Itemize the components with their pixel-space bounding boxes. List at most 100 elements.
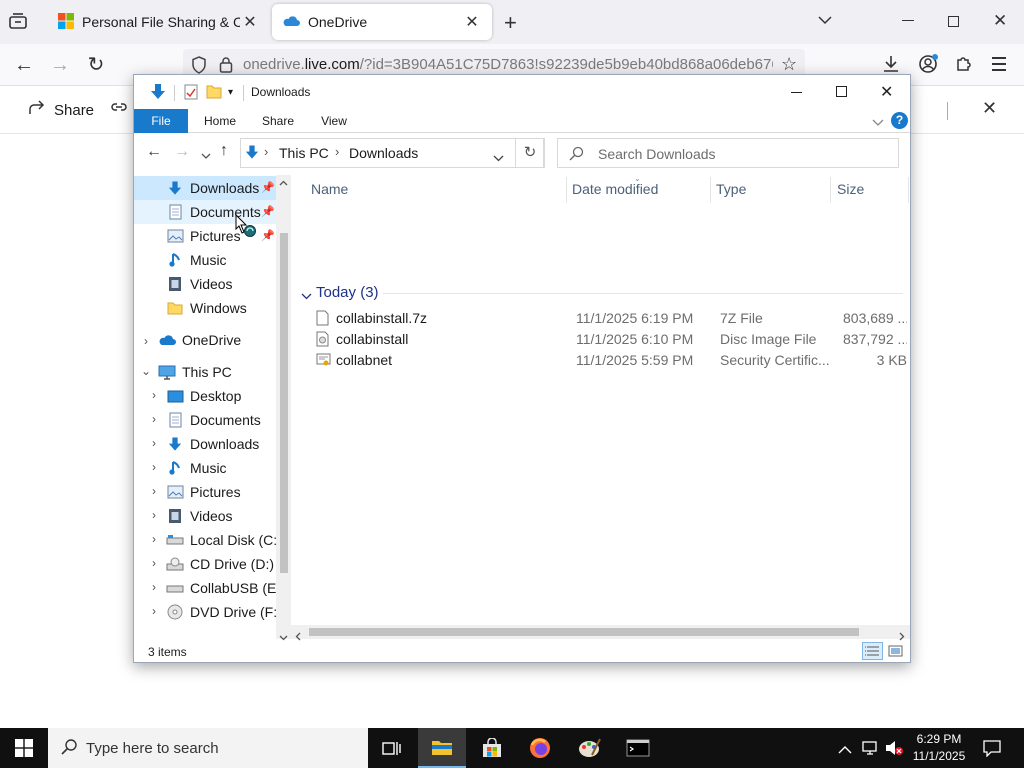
maximize-icon[interactable] <box>836 86 847 97</box>
collapse-group-chevron-icon[interactable] <box>301 287 312 303</box>
nav-item-dvd-drive-f[interactable]: DVD Drive (F:) <box>166 600 282 624</box>
file-row[interactable]: collabnet 11/1/2025 5:59 PM Security Cer… <box>311 350 907 371</box>
expand-ribbon-chevron-icon[interactable] <box>872 114 884 130</box>
new-tab-icon[interactable]: + <box>504 10 517 36</box>
tab-home[interactable]: Home <box>196 109 244 133</box>
close-icon[interactable]: ✕ <box>982 98 997 119</box>
close-window-icon[interactable]: ✕ <box>880 82 893 102</box>
nav-item-videos-pc[interactable]: Videos <box>166 504 233 528</box>
customize-toolbar-chevron-icon[interactable]: ▾ <box>228 87 233 98</box>
pin-icon[interactable]: 📌 <box>261 229 275 242</box>
nav-item-videos[interactable]: Videos <box>166 272 233 296</box>
large-icons-view-icon[interactable] <box>888 644 903 661</box>
notifications-icon[interactable] <box>982 739 1002 760</box>
address-bar[interactable]: › This PC › Downloads <box>240 138 544 168</box>
close-tab-icon[interactable]: ✕ <box>462 12 482 32</box>
network-icon[interactable] <box>862 740 880 759</box>
list-tabs-chevron-icon[interactable] <box>818 12 832 28</box>
search-field[interactable]: Search Downloads <box>557 138 899 168</box>
column-header-date[interactable]: Date modified <box>572 181 658 197</box>
expand-chevron-icon[interactable]: › <box>148 460 160 474</box>
collapse-chevron-icon[interactable]: ⌄ <box>140 364 152 378</box>
close-tab-icon[interactable]: ✕ <box>240 12 260 32</box>
nav-item-music[interactable]: Music <box>166 248 227 272</box>
scroll-thumb[interactable] <box>280 233 288 573</box>
expand-chevron-icon[interactable]: › <box>148 388 160 402</box>
nav-item-desktop[interactable]: Desktop <box>166 384 241 408</box>
forward-arrow-icon[interactable]: → <box>46 52 74 78</box>
pin-icon[interactable]: 📌 <box>261 205 275 218</box>
tab-overview-icon[interactable] <box>8 12 30 32</box>
file-list-horizontal-scrollbar[interactable] <box>291 625 910 641</box>
breadcrumb-this-pc[interactable]: This PC <box>279 145 329 161</box>
nav-item-downloads[interactable]: Downloads <box>166 176 259 200</box>
scroll-thumb[interactable] <box>309 628 859 636</box>
address-history-chevron-icon[interactable] <box>493 149 504 165</box>
nav-item-pictures-pc[interactable]: Pictures <box>166 480 241 504</box>
tab-file[interactable]: File <box>134 109 188 133</box>
task-view-icon[interactable] <box>368 728 416 768</box>
back-arrow-icon[interactable]: ← <box>146 143 162 161</box>
expand-chevron-icon[interactable]: › <box>148 556 160 570</box>
properties-icon[interactable] <box>184 84 198 103</box>
close-window-icon[interactable]: ✕ <box>993 11 1007 31</box>
expand-chevron-icon[interactable]: › <box>148 604 160 618</box>
tab-onedrive[interactable]: OneDrive ✕ <box>272 4 492 40</box>
file-row[interactable]: collabinstall 11/1/2025 6:10 PM Disc Ima… <box>311 329 907 350</box>
link-icon[interactable] <box>110 100 128 117</box>
nav-item-local-disk-c[interactable]: Local Disk (C:) <box>166 528 282 552</box>
nav-item-downloads-pc[interactable]: Downloads <box>166 432 259 456</box>
extensions-icon[interactable] <box>955 54 973 75</box>
nav-item-this-pc[interactable]: This PC <box>158 360 232 384</box>
nav-item-cd-drive-d[interactable]: CD Drive (D:) vi <box>166 552 288 576</box>
up-arrow-icon[interactable]: ↑ <box>220 142 228 160</box>
tab-share[interactable]: Share <box>254 109 302 133</box>
expand-chevron-icon[interactable]: › <box>140 334 152 348</box>
nav-item-music-pc[interactable]: Music <box>166 456 227 480</box>
scroll-up-icon[interactable] <box>279 178 288 188</box>
new-folder-icon[interactable] <box>206 84 222 102</box>
start-windows-icon[interactable] <box>0 728 48 768</box>
bookmark-star-icon[interactable]: ☆ <box>781 54 797 75</box>
microsoft-store-icon[interactable] <box>468 728 516 768</box>
pin-icon[interactable]: 📌 <box>261 181 275 194</box>
tab-view[interactable]: View <box>310 109 358 133</box>
column-header-type[interactable]: Type <box>716 181 746 197</box>
nav-item-onedrive[interactable]: OneDrive <box>158 328 241 352</box>
reload-icon[interactable]: ↻ <box>82 52 110 78</box>
expand-chevron-icon[interactable]: › <box>148 436 160 450</box>
expand-chevron-icon[interactable]: › <box>148 484 160 498</box>
nav-item-documents-pc[interactable]: Documents <box>166 408 261 432</box>
nav-item-pictures[interactable]: Pictures <box>166 224 241 248</box>
help-icon[interactable]: ? <box>891 112 908 129</box>
expand-chevron-icon[interactable]: › <box>148 508 160 522</box>
minimize-icon[interactable] <box>791 92 802 93</box>
file-explorer-taskbar-icon[interactable] <box>418 728 466 768</box>
recent-locations-chevron-icon[interactable] <box>201 147 211 163</box>
show-hidden-icons-chevron-icon[interactable] <box>838 741 852 757</box>
taskbar-clock[interactable]: 6:29 PM 11/1/2025 <box>900 731 978 765</box>
lock-icon[interactable] <box>219 56 233 76</box>
refresh-icon[interactable]: ↻ <box>515 138 545 168</box>
restore-icon[interactable] <box>948 16 959 27</box>
menu-hamburger-icon[interactable] <box>992 57 1006 71</box>
taskbar-search-box[interactable]: Type here to search <box>48 728 368 768</box>
expand-chevron-icon[interactable]: › <box>148 580 160 594</box>
tab-personal-file-sharing[interactable]: Personal File Sharing & Cloud S ✕ <box>48 4 270 40</box>
breadcrumb-downloads[interactable]: Downloads <box>349 145 418 161</box>
expand-chevron-icon[interactable]: › <box>148 532 160 546</box>
details-view-icon[interactable] <box>862 642 883 660</box>
column-header-name[interactable]: Name <box>311 181 348 197</box>
file-row[interactable]: collabinstall.7z 11/1/2025 6:19 PM 7Z Fi… <box>311 308 907 329</box>
forward-arrow-icon[interactable]: → <box>174 143 190 161</box>
minimize-icon[interactable] <box>902 20 914 21</box>
nav-item-windows[interactable]: Windows <box>166 296 247 320</box>
column-header-size[interactable]: Size <box>837 181 864 197</box>
firefox-icon[interactable] <box>516 728 564 768</box>
nav-item-collabusb-e[interactable]: CollabUSB (E:) <box>166 576 285 600</box>
back-arrow-icon[interactable]: ← <box>10 52 38 78</box>
nav-pane-scrollbar[interactable] <box>276 175 291 641</box>
share-button[interactable]: Share <box>28 100 94 120</box>
expand-chevron-icon[interactable]: › <box>148 412 160 426</box>
command-prompt-icon[interactable] <box>614 728 662 768</box>
